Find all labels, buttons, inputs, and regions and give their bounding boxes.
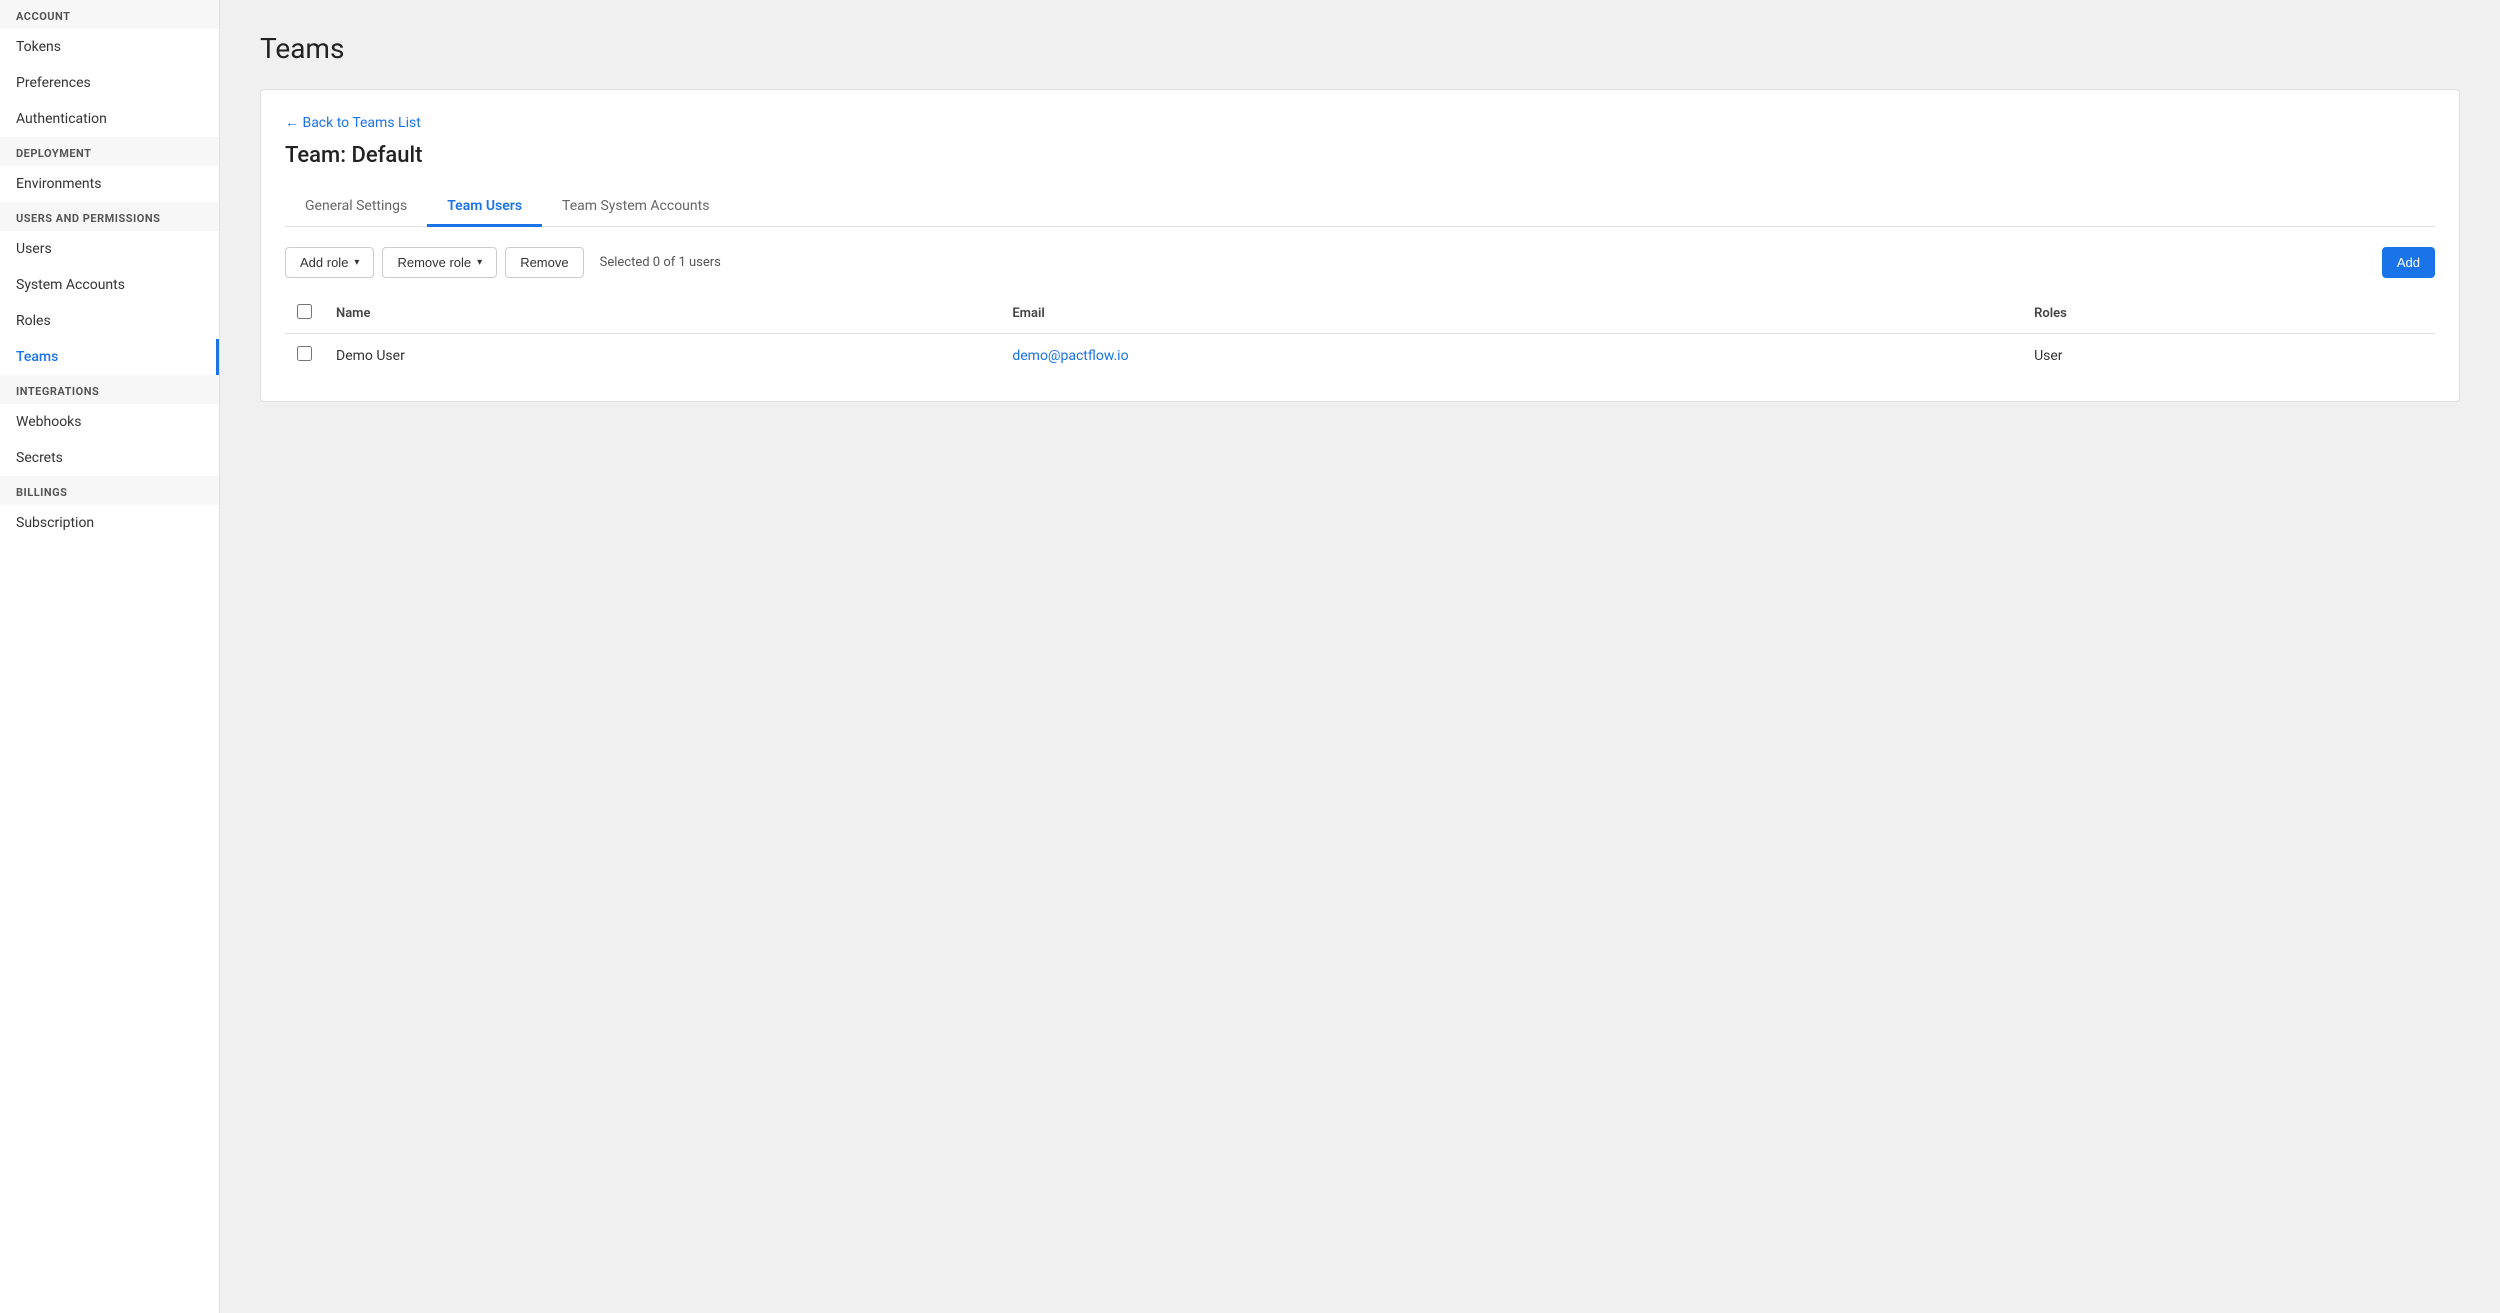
sidebar-item-subscription[interactable]: Subscription <box>0 505 219 541</box>
sidebar-section-users-and-permissions: USERS AND PERMISSIONS <box>0 202 219 231</box>
sidebar-item-environments[interactable]: Environments <box>0 166 219 202</box>
roles-column-header: Roles <box>2022 294 2435 334</box>
team-name-heading: Team: Default <box>285 143 2435 168</box>
table-row: Demo User demo@pactflow.io User <box>285 334 2435 378</box>
email-column-header: Email <box>1000 294 2022 334</box>
tab-team-system-accounts[interactable]: Team System Accounts <box>542 188 729 227</box>
user-name-cell: Demo User <box>324 334 1000 378</box>
table-toolbar: Add role ▾ Remove role ▾ Remove Selected… <box>285 247 2435 278</box>
sidebar-item-teams[interactable]: Teams <box>0 339 219 375</box>
remove-button[interactable]: Remove <box>505 247 583 278</box>
tab-team-users[interactable]: Team Users <box>427 188 542 227</box>
name-column-header: Name <box>324 294 1000 334</box>
main-content: Teams ← Back to Teams List Team: Default… <box>220 0 2500 1313</box>
chevron-down-icon-2: ▾ <box>477 257 482 268</box>
sidebar-section-account: ACCOUNT <box>0 0 219 29</box>
select-all-checkbox-header <box>285 294 324 334</box>
sidebar: ACCOUNTTokensPreferencesAuthenticationDE… <box>0 0 220 1313</box>
row-checkbox[interactable] <box>297 346 312 361</box>
sidebar-section-integrations: INTEGRATIONS <box>0 375 219 404</box>
select-all-checkbox[interactable] <box>297 304 312 319</box>
tab-general-settings[interactable]: General Settings <box>285 188 427 227</box>
back-to-teams-link[interactable]: ← Back to Teams List <box>285 114 421 131</box>
tab-bar: General SettingsTeam UsersTeam System Ac… <box>285 188 2435 227</box>
sidebar-item-secrets[interactable]: Secrets <box>0 440 219 476</box>
users-table: Name Email Roles Demo User demo@pactflow.… <box>285 294 2435 377</box>
sidebar-item-roles[interactable]: Roles <box>0 303 219 339</box>
chevron-down-icon: ▾ <box>354 257 359 268</box>
sidebar-item-authentication[interactable]: Authentication <box>0 101 219 137</box>
remove-role-button[interactable]: Remove role ▾ <box>382 247 497 278</box>
table-header-row: Name Email Roles <box>285 294 2435 334</box>
user-email-cell[interactable]: demo@pactflow.io <box>1000 334 2022 378</box>
sidebar-item-preferences[interactable]: Preferences <box>0 65 219 101</box>
sidebar-item-tokens[interactable]: Tokens <box>0 29 219 65</box>
email-link[interactable]: demo@pactflow.io <box>1012 348 1128 364</box>
user-roles-cell: User <box>2022 334 2435 378</box>
sidebar-item-webhooks[interactable]: Webhooks <box>0 404 219 440</box>
sidebar-item-users[interactable]: Users <box>0 231 219 267</box>
add-button[interactable]: Add <box>2382 247 2435 278</box>
sidebar-section-deployment: DEPLOYMENT <box>0 137 219 166</box>
add-role-button[interactable]: Add role ▾ <box>285 247 374 278</box>
add-role-label: Add role <box>300 255 348 270</box>
sidebar-section-billings: BILLINGS <box>0 476 219 505</box>
table-body: Demo User demo@pactflow.io User <box>285 334 2435 378</box>
selected-count: Selected 0 of 1 users <box>600 255 721 270</box>
page-title: Teams <box>260 32 2460 65</box>
sidebar-item-system-accounts[interactable]: System Accounts <box>0 267 219 303</box>
team-card: ← Back to Teams List Team: Default Gener… <box>260 89 2460 402</box>
remove-role-label: Remove role <box>397 255 471 270</box>
